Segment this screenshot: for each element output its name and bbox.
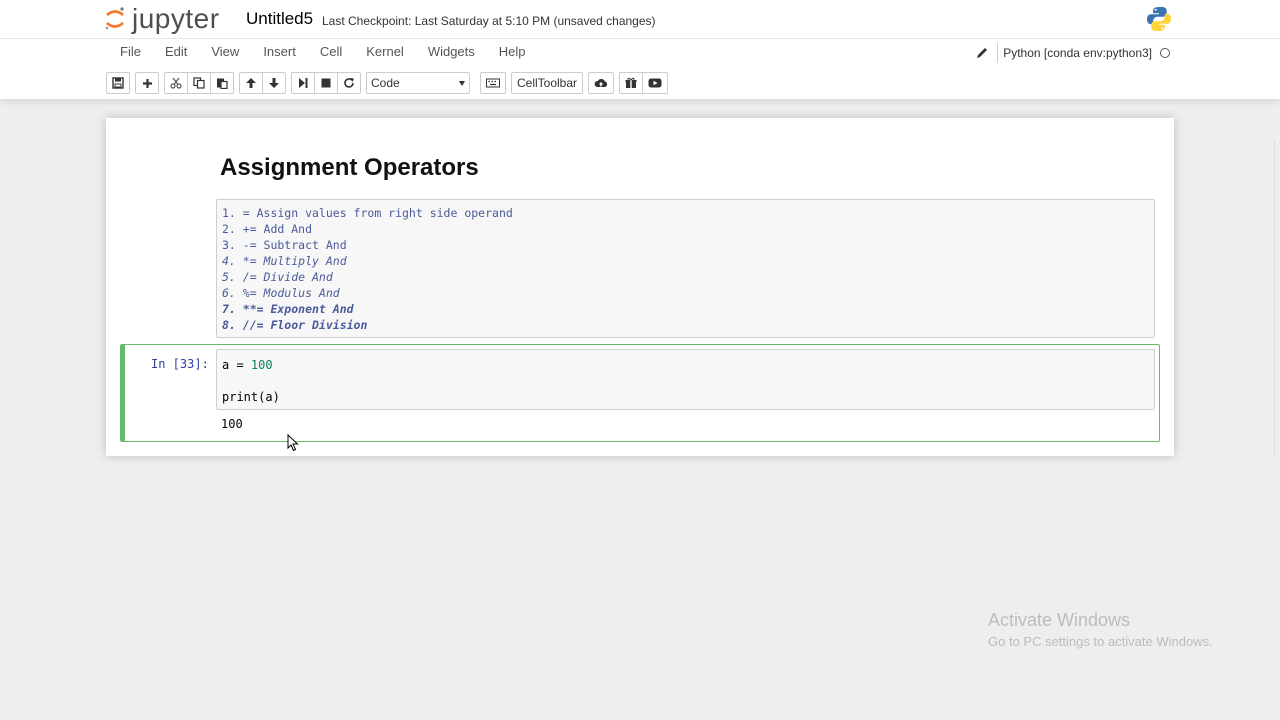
kernel-separator — [997, 43, 999, 63]
checkpoint-status: Last Checkpoint: Last Saturday at 5:10 P… — [322, 14, 656, 28]
kernel-idle-icon — [1160, 48, 1170, 58]
cell-output: 100 — [221, 417, 243, 431]
markdown-line: 5. /= Divide And — [222, 270, 333, 284]
menu-widgets[interactable]: Widgets — [416, 39, 487, 67]
menu-file[interactable]: File — [106, 39, 153, 67]
markdown-code-block[interactable]: 1. = Assign values from right side opera… — [216, 199, 1155, 338]
restart-kernel-button[interactable] — [337, 72, 361, 94]
plus-icon — [142, 78, 152, 88]
code-cell-selected[interactable]: In [33]: a = 100 print(a) 100 — [120, 344, 1160, 442]
menu-help[interactable]: Help — [487, 39, 538, 67]
code-line: a = 100 — [222, 357, 1149, 373]
copy-button[interactable] — [187, 72, 211, 94]
menu-view[interactable]: View — [199, 39, 251, 67]
save-button[interactable] — [106, 72, 130, 94]
celltoolbar-button[interactable]: CellToolbar — [511, 72, 584, 94]
activate-title: Activate Windows — [988, 610, 1131, 630]
markdown-line: 4. *= Multiply And — [222, 254, 347, 268]
code-input-area[interactable]: a = 100 print(a) — [216, 349, 1155, 410]
markdown-line: 6. %= Modulus And — [222, 286, 340, 300]
step-forward-icon — [299, 78, 308, 88]
arrow-up-icon — [246, 78, 256, 88]
paste-icon — [217, 78, 228, 89]
gift-icon — [625, 77, 637, 88]
cell-type-value: Code — [371, 76, 400, 90]
youtube-play-icon — [648, 78, 662, 88]
toolbar: Code CellToolbar — [106, 72, 673, 94]
slideshow-button[interactable] — [642, 72, 669, 94]
run-cell-button[interactable] — [291, 72, 315, 94]
code-line: print(a) — [222, 390, 280, 404]
markdown-line: 7. **= Exponent And — [222, 302, 354, 316]
keyboard-icon — [486, 78, 500, 88]
kernel-name[interactable]: Python [conda env:python3] — [1003, 46, 1152, 60]
markdown-line: 3. -= Subtract And — [222, 238, 347, 252]
markdown-line: 1. = Assign values from right side opera… — [222, 206, 513, 220]
activate-windows-watermark: Activate Windows Go to PC settings to ac… — [988, 610, 1213, 649]
menu-edit[interactable]: Edit — [153, 39, 199, 67]
header: jupyter Untitled5 Last Checkpoint: Last … — [0, 0, 1280, 100]
refresh-icon — [344, 78, 354, 88]
code-assign: a = — [222, 358, 251, 372]
move-up-button[interactable] — [239, 72, 263, 94]
code-number: 100 — [250, 358, 273, 372]
insert-cell-button[interactable] — [135, 72, 159, 94]
paste-button[interactable] — [210, 72, 234, 94]
scissors-icon — [170, 77, 182, 89]
menu-cell[interactable]: Cell — [308, 39, 354, 67]
python-logo-icon — [1147, 7, 1171, 31]
jupyter-logo[interactable]: jupyter — [104, 2, 220, 36]
cloud-upload-icon — [594, 78, 608, 87]
arrow-down-icon — [269, 78, 279, 88]
cloud-upload-button[interactable] — [588, 72, 615, 94]
markdown-heading: Assignment Operators — [220, 154, 479, 181]
markdown-line: 2. += Add And — [222, 222, 313, 236]
jupyter-logo-icon — [105, 7, 124, 30]
notebook-container: Assignment Operators 1. = Assign values … — [106, 118, 1174, 456]
copy-icon — [193, 77, 205, 89]
logo-text: jupyter — [132, 3, 220, 34]
activate-subtitle: Go to PC settings to activate Windows. — [988, 634, 1213, 649]
caret-down-icon — [459, 80, 465, 86]
scrollbar-track[interactable] — [1274, 140, 1280, 458]
menu-kernel[interactable]: Kernel — [354, 39, 416, 67]
menu-insert[interactable]: Insert — [251, 39, 308, 67]
command-palette-button[interactable] — [480, 72, 506, 94]
interrupt-kernel-button[interactable] — [314, 72, 338, 94]
input-prompt: In [33]: — [151, 357, 209, 371]
menubar: File Edit View Insert Cell Kernel Widget… — [106, 39, 1174, 67]
markdown-line: 8. //= Floor Division — [222, 318, 368, 332]
pencil-icon[interactable] — [975, 46, 989, 60]
save-icon — [112, 77, 124, 89]
mouse-cursor-icon — [287, 434, 299, 452]
cut-button[interactable] — [164, 72, 188, 94]
stop-icon — [321, 78, 331, 88]
move-down-button[interactable] — [262, 72, 286, 94]
presentation-button[interactable] — [619, 72, 644, 94]
cell-type-select[interactable]: Code — [366, 72, 470, 94]
notebook-name[interactable]: Untitled5 — [246, 9, 313, 29]
kernel-area: Python [conda env:python3] — [975, 39, 1174, 67]
